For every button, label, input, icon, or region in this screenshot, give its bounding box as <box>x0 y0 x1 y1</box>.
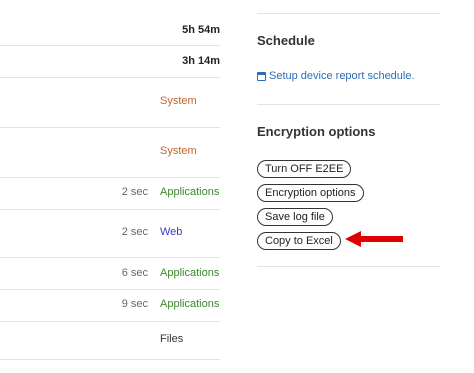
calendar-icon <box>257 71 266 81</box>
duration-cell: 3h 14m <box>182 55 220 67</box>
table-row: 5h 54m <box>0 0 220 46</box>
red-arrow-left-icon <box>345 231 403 247</box>
encryption-title: Encryption options <box>257 124 376 139</box>
time-cell: 2 sec <box>121 226 148 238</box>
table-row: Files <box>0 322 220 360</box>
encryption-options-button[interactable]: Encryption options <box>257 184 364 202</box>
table-row: 2 sec Applications <box>0 178 220 210</box>
duration-cell: 5h 54m <box>182 24 220 36</box>
divider <box>257 104 440 105</box>
table-row: System <box>0 128 220 178</box>
copy-to-excel-button[interactable]: Copy to Excel <box>257 232 341 250</box>
divider <box>257 13 440 14</box>
table-row: 6 sec Applications <box>0 258 220 290</box>
time-cell: 2 sec <box>121 186 148 198</box>
category-cell: Web <box>160 226 183 238</box>
category-cell: Applications <box>160 186 220 198</box>
category-cell: Applications <box>160 298 220 310</box>
save-log-file-button[interactable]: Save log file <box>257 208 333 226</box>
category-cell: Files <box>160 333 184 345</box>
category-cell: Applications <box>160 267 220 279</box>
divider <box>257 266 440 267</box>
category-cell: System <box>160 145 197 157</box>
time-cell: 9 sec <box>121 298 148 310</box>
table-row: System <box>0 78 220 128</box>
turn-off-e2ee-button[interactable]: Turn OFF E2EE <box>257 160 352 178</box>
table-row: 9 sec Applications <box>0 290 220 322</box>
app-root: 5h 54m 3h 14m System System 2 sec Applic… <box>0 0 474 373</box>
setup-schedule-link[interactable]: Setup device report schedule. <box>257 70 415 82</box>
table-row: 2 sec Web <box>0 210 220 258</box>
table-row: 3h 14m <box>0 46 220 78</box>
setup-schedule-link-label: Setup device report schedule. <box>269 70 415 82</box>
time-cell: 6 sec <box>121 267 148 279</box>
schedule-title: Schedule <box>257 33 315 48</box>
category-cell: System <box>160 95 197 107</box>
